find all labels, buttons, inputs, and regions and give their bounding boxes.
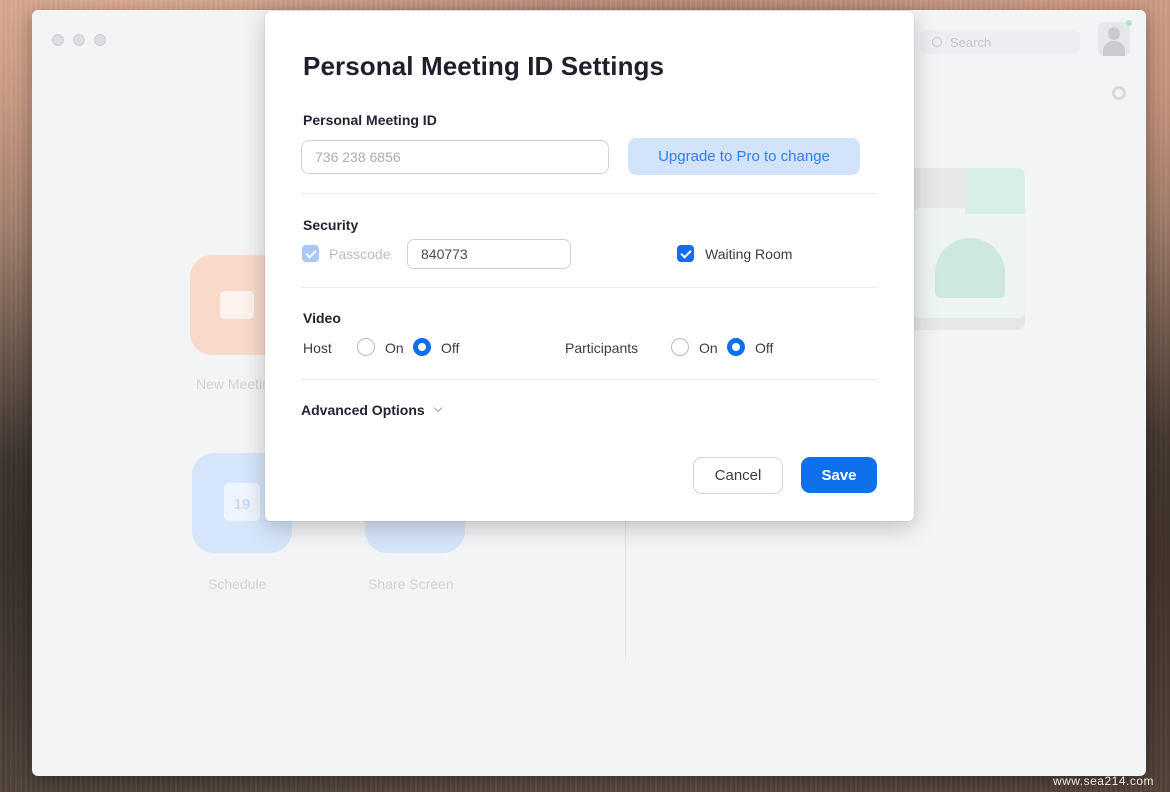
passcode-label: Passcode [329,246,391,262]
minimize-window-button[interactable] [73,34,85,46]
passcode-checkbox[interactable] [302,245,319,262]
host-off-label: Off [441,340,460,356]
participants-video-off-radio[interactable] [727,338,745,356]
gear-icon[interactable] [1112,86,1126,100]
participants-off-label: Off [755,340,774,356]
avatar-head-icon [1108,27,1120,40]
video-heading: Video [303,310,341,326]
pmi-field[interactable]: 736 238 6856 [301,140,609,174]
avatar-body-icon [1103,41,1125,56]
video-camera-icon [220,291,254,319]
search-icon [932,37,942,47]
share-screen-label: Share Screen [368,576,454,592]
zoom-window-button[interactable] [94,34,106,46]
plant-illustration [895,168,1025,330]
status-dot [1126,20,1132,26]
host-video-on-radio[interactable] [357,338,375,356]
dialog-title: Personal Meeting ID Settings [303,51,665,81]
waiting-room-checkbox[interactable] [677,245,694,262]
waiting-room-label: Waiting Room [705,246,793,262]
calendar-icon: 19 [224,483,260,521]
window-controls [52,34,106,46]
close-window-button[interactable] [52,34,64,46]
pmi-heading: Personal Meeting ID [303,112,437,128]
divider [301,287,877,288]
watermark: www.sea214.com [1052,774,1154,788]
upgrade-to-pro-button[interactable]: Upgrade to Pro to change [628,138,860,175]
participants-label: Participants [565,340,639,356]
divider [301,379,877,380]
passcode-value: 840773 [421,246,468,262]
chevron-down-icon [433,403,442,413]
passcode-field[interactable]: 840773 [407,239,571,269]
cancel-button[interactable]: Cancel [693,457,783,494]
advanced-options-toggle[interactable]: Advanced Options [301,402,442,418]
schedule-label: Schedule [208,576,267,592]
participants-on-label: On [699,340,718,356]
pmi-settings-dialog: Personal Meeting ID Settings Personal Me… [265,11,914,521]
host-video-off-radio[interactable] [413,338,431,356]
divider [301,193,877,194]
panel-divider [625,520,626,660]
host-on-label: On [385,340,404,356]
save-button[interactable]: Save [801,457,877,493]
participants-video-on-radio[interactable] [671,338,689,356]
avatar[interactable] [1098,22,1130,56]
pmi-value: 736 238 6856 [315,149,401,165]
search-input[interactable]: Search [920,30,1080,54]
host-label: Host [303,340,332,356]
search-placeholder: Search [950,34,992,50]
security-heading: Security [303,217,359,233]
advanced-options-label: Advanced Options [301,402,425,418]
window-shape [965,168,1025,214]
